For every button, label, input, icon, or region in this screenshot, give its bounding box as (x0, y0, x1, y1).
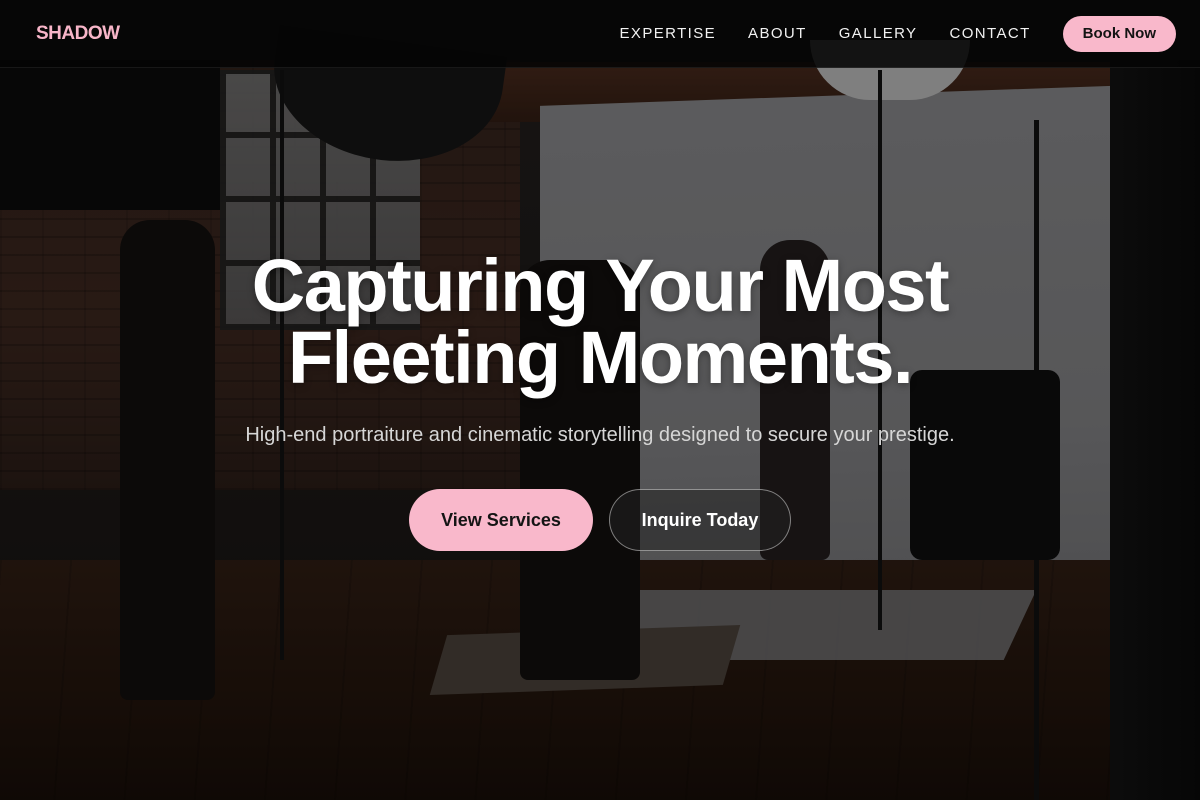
site-header: SHADOW EXPERTISE ABOUT GALLERY CONTACT B… (0, 0, 1200, 68)
main-nav: EXPERTISE ABOUT GALLERY CONTACT (620, 25, 1031, 42)
nav-link-contact[interactable]: CONTACT (949, 25, 1030, 42)
hero-section: Capturing Your Most Fleeting Moments. Hi… (0, 249, 1200, 551)
inquire-today-button[interactable]: Inquire Today (609, 489, 791, 551)
hero-title: Capturing Your Most Fleeting Moments. (220, 249, 980, 395)
hero-title-line-2: Fleeting Moments. (287, 316, 914, 399)
hero-cta-group: View Services Inquire Today (0, 489, 1200, 551)
nav-link-gallery[interactable]: GALLERY (839, 25, 918, 42)
hero-title-line-1: Capturing Your Most (251, 244, 950, 327)
nav-link-about[interactable]: ABOUT (748, 25, 807, 42)
site-logo[interactable]: SHADOW (36, 23, 120, 45)
book-now-button[interactable]: Book Now (1062, 15, 1176, 52)
nav-link-expertise[interactable]: EXPERTISE (620, 25, 717, 42)
hero-subtitle: High-end portraiture and cinematic story… (245, 424, 955, 446)
view-services-button[interactable]: View Services (409, 489, 593, 551)
